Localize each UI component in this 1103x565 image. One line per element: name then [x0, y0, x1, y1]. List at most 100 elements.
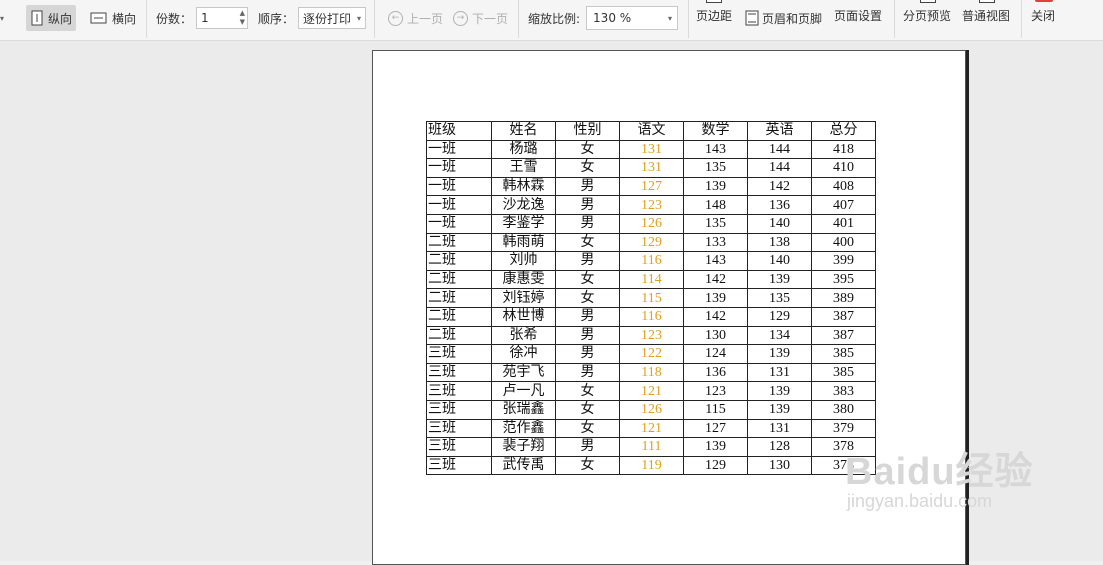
page-break-preview-label: 分页预览 — [903, 9, 952, 23]
table-cell: 徐冲 — [491, 344, 556, 364]
table-cell: 127 — [619, 176, 684, 197]
table-cell: 韩雨萌 — [491, 232, 556, 253]
table-cell: 380 — [811, 399, 876, 420]
table-cell: 115 — [683, 399, 748, 420]
table-header-row: 班级 姓名 性别 语文 数学 英语 总分 — [426, 121, 876, 141]
zoom-select[interactable]: 130 % ▾ — [586, 6, 679, 30]
table-row: 三班 卢一凡女 121 123 139 383 — [426, 381, 876, 401]
header-footer-label: 页眉和页脚 — [762, 11, 823, 26]
stepper-arrows-icon[interactable]: ▲ ▼ — [240, 9, 245, 27]
table-cell: 女 — [555, 418, 620, 439]
next-page-button[interactable]: → 下一页 — [453, 0, 508, 36]
table-cell: 387 — [811, 325, 876, 346]
table-cell: 三班 — [426, 362, 492, 383]
table-cell: 136 — [683, 362, 748, 383]
table-cell: 林世博 — [491, 306, 556, 327]
header-cell: 性别 — [555, 121, 620, 141]
order-value: 逐份打印 — [303, 11, 352, 26]
table-cell: 一班 — [426, 139, 492, 160]
table-cell: 二班 — [426, 269, 492, 290]
margins-button[interactable]: 页边距 — [696, 0, 732, 40]
close-button[interactable]: 关闭 — [1031, 0, 1055, 40]
table-cell: 李鉴学 — [491, 213, 556, 234]
page-break-icon — [920, 0, 936, 3]
table-cell: 三班 — [426, 399, 492, 420]
table-cell: 111 — [619, 437, 684, 457]
table-cell: 410 — [811, 158, 876, 178]
table-row: 三班 范作鑫女 121 127 131 379 — [426, 418, 876, 439]
table-cell: 一班 — [426, 158, 492, 178]
table-row: 三班 张瑞鑫女 126 115 139 380 — [426, 399, 876, 420]
table-cell: 122 — [619, 344, 684, 364]
table-row: 二班 韩雨萌女 129 133 138 400 — [426, 232, 876, 253]
table-row: 一班 杨璐女 131 143 144 418 — [426, 139, 876, 160]
table-cell: 118 — [619, 362, 684, 383]
table-cell: 129 — [683, 455, 748, 476]
table-cell: 139 — [747, 381, 812, 401]
header-footer-button[interactable]: 页眉和页脚 — [745, 0, 822, 36]
table-row: 二班 刘钰婷女 115 139 135 389 — [426, 288, 876, 308]
table-cell: 131 — [747, 418, 812, 439]
table-cell: 139 — [683, 288, 748, 308]
table-cell: 女 — [555, 232, 620, 253]
page-break-preview-button[interactable]: 分页预览 — [903, 0, 951, 40]
copies-stepper[interactable]: 1 ▲ ▼ — [196, 7, 249, 29]
table-row: 二班 康惠雯女 114 142 139 395 — [426, 269, 876, 290]
normal-view-icon — [979, 0, 995, 3]
table-row: 三班 徐冲男 122 124 139 385 — [426, 344, 876, 364]
print-preview-toolbar: ▾ 纵向 横向 份数： 1 ▲▼ 顺序： 逐份打印 ▾ ← 上一页 → 下一页 — [0, 0, 1103, 41]
table-cell: 139 — [683, 176, 748, 197]
copies-value: 1 — [201, 11, 209, 25]
table-cell: 男 — [555, 213, 620, 234]
table-cell: 379 — [811, 418, 876, 439]
table-cell: 131 — [619, 158, 684, 178]
table-cell: 124 — [683, 344, 748, 364]
table-cell: 127 — [683, 418, 748, 439]
table-cell: 143 — [683, 139, 748, 160]
table-cell: 133 — [683, 232, 748, 253]
page-setup-label: 页面设置 — [834, 9, 883, 23]
landscape-button[interactable]: 横向 — [86, 5, 140, 31]
zoom-label: 缩放比例: — [528, 11, 581, 26]
copies-label: 份数： — [156, 11, 193, 26]
table-body: 一班 杨璐女 131 143 144 418 一班 王雪女 131 135 144 410 一班 韩林霖男… — [426, 139, 876, 476]
landscape-label: 横向 — [112, 11, 137, 26]
table-row: 二班 刘帅男 116 143 140 399 — [426, 251, 876, 271]
table-cell: 王雪 — [491, 158, 556, 178]
table-row: 三班 苑宇飞男 118 136 131 385 — [426, 362, 876, 383]
toolbar-left-arrow[interactable]: ▾ — [0, 0, 4, 36]
table-cell: 女 — [555, 158, 620, 178]
order-select[interactable]: 逐份打印 ▾ — [298, 7, 367, 29]
table-cell: 139 — [747, 269, 812, 290]
table-row: 一班 王雪女 131 135 144 410 — [426, 158, 876, 178]
table-cell: 130 — [683, 325, 748, 346]
page-setup-button[interactable]: 页面设置 — [834, 0, 882, 40]
table-cell: 142 — [683, 306, 748, 327]
table-cell: 135 — [747, 288, 812, 308]
table-cell: 二班 — [426, 325, 492, 346]
table-cell: 二班 — [426, 306, 492, 327]
table-cell: 121 — [619, 418, 684, 439]
table-cell: 卢一凡 — [491, 381, 556, 401]
header-footer-icon — [745, 10, 759, 26]
table-row: 三班 裴子翔男 111 139 128 378 — [426, 437, 876, 457]
header-cell: 总分 — [811, 121, 876, 141]
table-cell: 140 — [747, 213, 812, 234]
table-cell: 张希 — [491, 325, 556, 346]
table-cell: 三班 — [426, 344, 492, 364]
table-cell: 三班 — [426, 418, 492, 439]
table-cell: 140 — [747, 251, 812, 271]
header-cell: 班级 — [426, 121, 492, 141]
close-icon — [1035, 0, 1053, 2]
table-cell: 399 — [811, 251, 876, 271]
table-cell: 130 — [747, 455, 812, 476]
table-cell: 三班 — [426, 455, 492, 476]
normal-view-button[interactable]: 普通视图 — [962, 0, 1010, 40]
table-row: 三班 武传禹女 119 129 130 378 — [426, 455, 876, 476]
order-label: 顺序： — [258, 11, 295, 26]
table-cell: 二班 — [426, 232, 492, 253]
portrait-button[interactable]: 纵向 — [26, 5, 77, 31]
zoom-value: 130 % — [593, 11, 632, 25]
prev-page-button[interactable]: ← 上一页 — [388, 0, 443, 36]
table-row: 一班 李鉴学男 126 135 140 401 — [426, 213, 876, 234]
